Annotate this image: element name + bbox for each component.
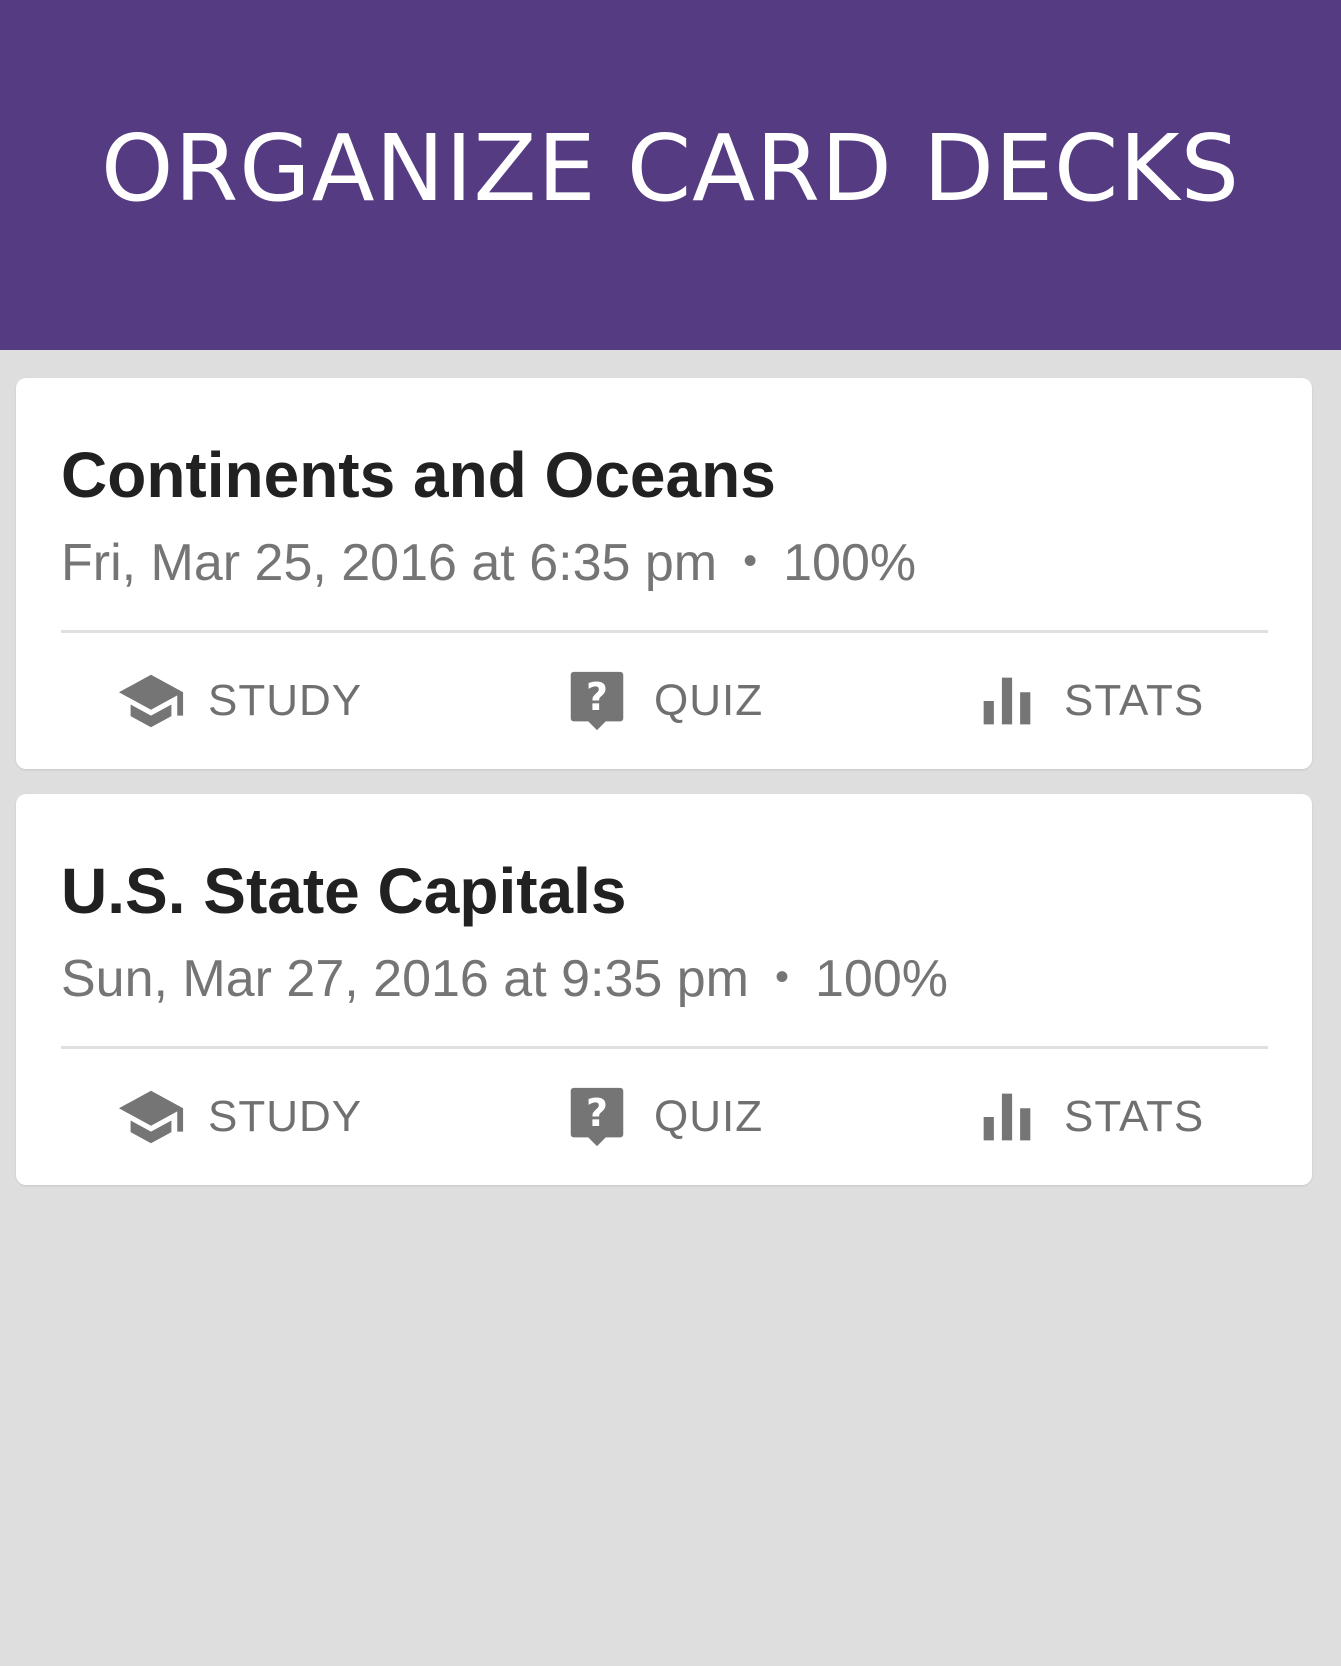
quiz-label: QUIZ xyxy=(654,676,764,725)
study-label: STUDY xyxy=(208,676,363,725)
svg-text:?: ? xyxy=(586,1091,608,1135)
deck-actions: STUDY ? QUIZ STATS xyxy=(16,1052,1312,1182)
meta-separator: • xyxy=(774,955,789,999)
meta-separator: • xyxy=(743,539,758,583)
deck-date: Sun, Mar 27, 2016 at 9:35 pm xyxy=(61,950,749,1008)
card-divider xyxy=(61,630,1268,633)
quiz-button[interactable]: ? QUIZ xyxy=(562,1052,763,1182)
study-label: STUDY xyxy=(208,1092,363,1141)
deck-card[interactable]: Continents and Oceans Fri, Mar 25, 2016 … xyxy=(16,378,1312,769)
stats-button[interactable]: STATS xyxy=(972,1052,1204,1182)
stats-label: STATS xyxy=(1064,1092,1205,1141)
quiz-label: QUIZ xyxy=(654,1092,764,1141)
stats-label: STATS xyxy=(1064,676,1205,725)
deck-title[interactable]: U.S. State Capitals xyxy=(61,854,627,928)
deck-card[interactable]: U.S. State Capitals Sun, Mar 27, 2016 at… xyxy=(16,794,1312,1185)
deck-title[interactable]: Continents and Oceans xyxy=(61,438,776,512)
bar-chart-icon xyxy=(972,666,1042,736)
svg-text:?: ? xyxy=(586,675,608,719)
deck-meta: Fri, Mar 25, 2016 at 6:35 pm • 100% xyxy=(61,533,916,593)
study-button[interactable]: STUDY xyxy=(116,1052,362,1182)
deck-actions: STUDY ? QUIZ STATS xyxy=(16,636,1312,766)
deck-score: 100% xyxy=(815,950,948,1008)
study-button[interactable]: STUDY xyxy=(116,636,362,766)
question-mark-icon: ? xyxy=(562,1082,632,1152)
graduation-cap-icon xyxy=(116,666,186,736)
page-title: ORGANIZE CARD DECKS xyxy=(100,114,1241,222)
question-mark-icon: ? xyxy=(562,666,632,736)
graduation-cap-icon xyxy=(116,1082,186,1152)
deck-score: 100% xyxy=(783,534,917,592)
app-header: ORGANIZE CARD DECKS xyxy=(0,0,1341,350)
card-divider xyxy=(61,1046,1268,1049)
deck-list: Continents and Oceans Fri, Mar 25, 2016 … xyxy=(16,378,1312,1210)
deck-date: Fri, Mar 25, 2016 at 6:35 pm xyxy=(61,534,718,592)
deck-meta: Sun, Mar 27, 2016 at 9:35 pm • 100% xyxy=(61,949,948,1009)
stats-button[interactable]: STATS xyxy=(972,636,1204,766)
bar-chart-icon xyxy=(972,1082,1042,1152)
quiz-button[interactable]: ? QUIZ xyxy=(562,636,763,766)
